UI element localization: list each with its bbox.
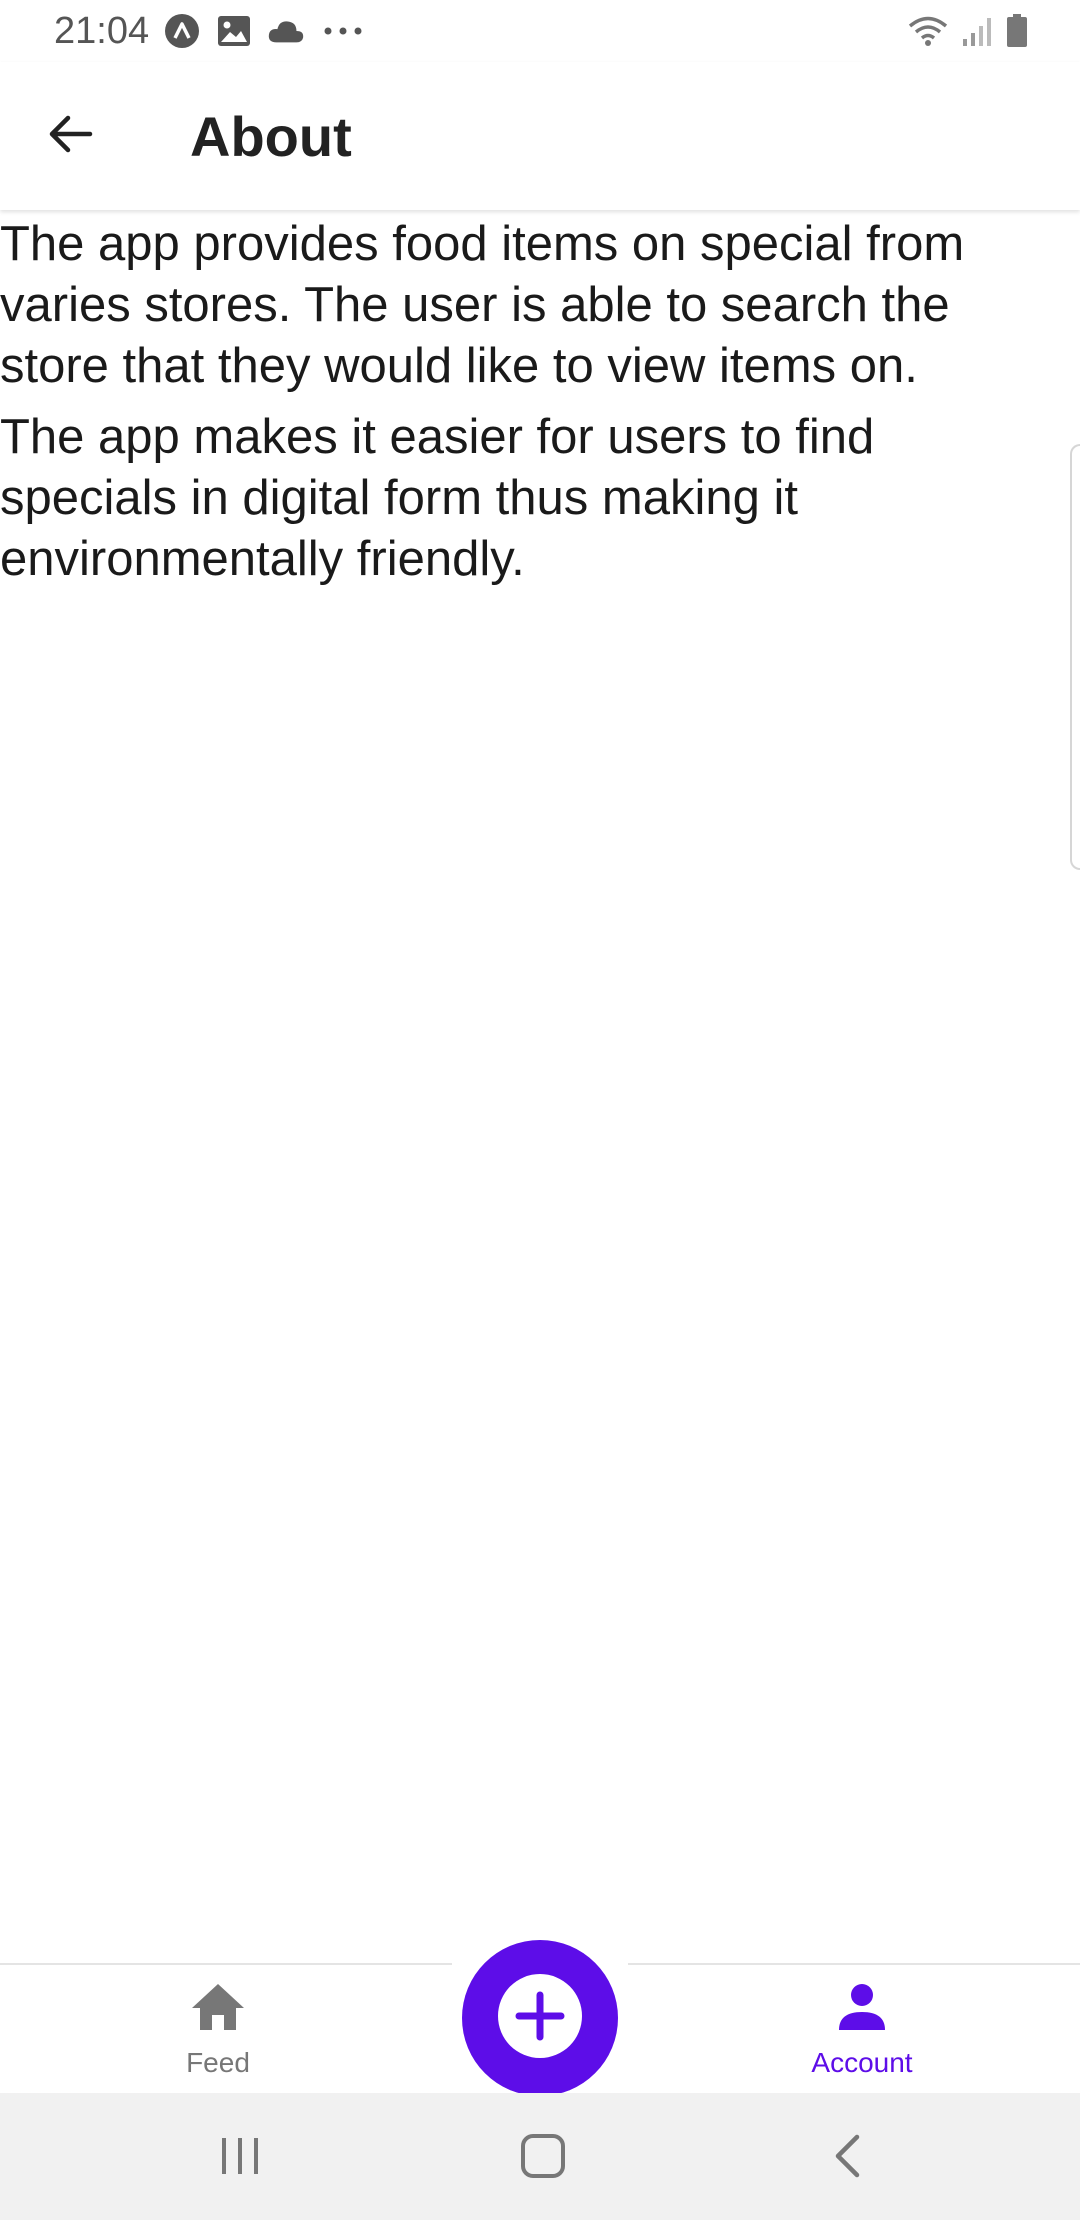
- wifi-icon: [906, 12, 950, 50]
- recents-button[interactable]: [205, 2123, 275, 2193]
- status-left: 21:04: [54, 10, 367, 53]
- nav-item-feed[interactable]: Feed: [118, 1975, 318, 2093]
- add-fab-button[interactable]: [462, 1940, 618, 2096]
- signal-icon: [960, 12, 994, 50]
- about-content: The app provides food items on special f…: [0, 214, 1060, 600]
- back-chevron-icon: [832, 2134, 862, 2183]
- nav-item-account[interactable]: Account: [762, 1975, 962, 2093]
- nav-label-account: Account: [811, 2047, 913, 2078]
- app-bar: About: [0, 62, 1080, 210]
- home-icon: [186, 1975, 250, 2039]
- status-time: 21:04: [54, 9, 150, 52]
- more-dots-icon: [319, 12, 367, 50]
- home-square-icon: [520, 2133, 566, 2184]
- page-title: About: [190, 105, 352, 168]
- edge-panel-handle[interactable]: [1070, 444, 1080, 870]
- gallery-icon: [215, 12, 253, 50]
- person-icon: [830, 1975, 894, 2039]
- home-button[interactable]: [508, 2123, 578, 2193]
- status-bar: 21:04: [0, 0, 1080, 62]
- battery-icon: [1004, 12, 1030, 50]
- about-paragraph: The app makes it easier for users to fin…: [0, 410, 875, 586]
- status-right: [906, 12, 1030, 50]
- about-paragraph: The app provides food items on special f…: [0, 217, 965, 393]
- cloud-icon: [267, 12, 305, 50]
- recents-icon: [218, 2136, 262, 2181]
- app-notification-icon: [163, 12, 201, 50]
- system-navigation-bar: [0, 2093, 1080, 2220]
- arrow-left-icon: [46, 110, 94, 163]
- back-button[interactable]: [38, 104, 102, 168]
- plus-circle-icon: [495, 1971, 585, 2066]
- nav-label-feed: Feed: [186, 2047, 250, 2078]
- system-back-button[interactable]: [812, 2123, 882, 2193]
- about-screen: 21:04 About The app provides food items …: [0, 0, 1080, 2220]
